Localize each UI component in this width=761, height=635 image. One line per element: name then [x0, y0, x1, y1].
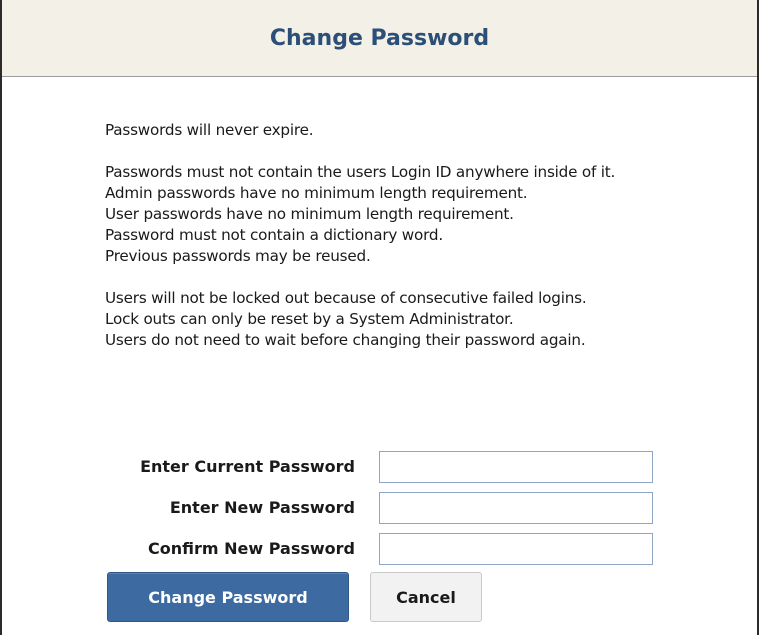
policy-group-lockout: Users will not be locked out because of …: [105, 288, 615, 351]
policy-line: Passwords will never expire.: [105, 121, 314, 139]
confirm-password-label: Confirm New Password: [148, 539, 355, 558]
change-password-button[interactable]: Change Password: [107, 572, 349, 622]
policy-line: Admin passwords have no minimum length r…: [105, 184, 528, 202]
policy-line: Password must not contain a dictionary w…: [105, 226, 443, 244]
new-password-input[interactable]: [379, 492, 653, 524]
cancel-button[interactable]: Cancel: [370, 572, 482, 622]
policy-line: Lock outs can only be reset by a System …: [105, 310, 514, 328]
page: Change Password Passwords will never exp…: [0, 0, 761, 635]
password-policy: Passwords will never expire. Passwords m…: [105, 120, 615, 372]
current-password-row: Enter Current Password: [2, 450, 761, 484]
current-password-input[interactable]: [379, 451, 653, 483]
new-password-label: Enter New Password: [169, 498, 355, 517]
dialog-frame: Change Password Passwords will never exp…: [0, 0, 759, 635]
new-password-row: Enter New Password: [2, 491, 761, 525]
policy-line: User passwords have no minimum length re…: [105, 205, 514, 223]
policy-line: Users do not need to wait before changin…: [105, 331, 586, 349]
confirm-password-input[interactable]: [379, 533, 653, 565]
policy-group-rules: Passwords must not contain the users Log…: [105, 162, 615, 267]
dialog-title: Change Password: [269, 25, 490, 51]
policy-line: Passwords must not contain the users Log…: [105, 163, 616, 181]
policy-line: Previous passwords may be reused.: [105, 247, 371, 265]
current-password-label: Enter Current Password: [140, 457, 355, 476]
policy-line: Users will not be locked out because of …: [105, 289, 587, 307]
confirm-password-row: Confirm New Password: [2, 532, 761, 566]
dialog-header: Change Password: [2, 0, 757, 77]
policy-group-expiry: Passwords will never expire.: [105, 120, 615, 141]
